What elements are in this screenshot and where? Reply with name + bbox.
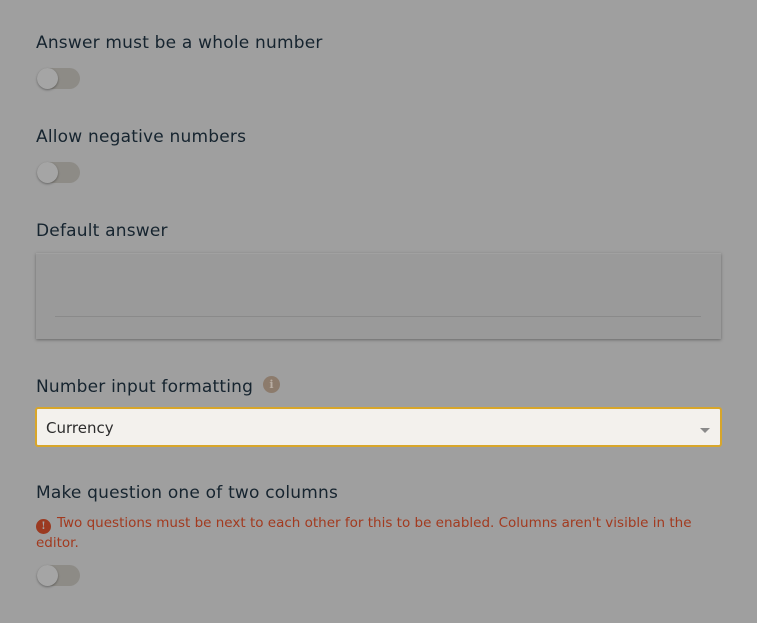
whole-number-label: Answer must be a whole number (36, 33, 323, 53)
alert-icon: ! (36, 519, 51, 534)
negative-numbers-toggle[interactable] (37, 162, 80, 183)
selected-value: Currency (46, 419, 114, 437)
toggle-knob (37, 565, 58, 586)
number-formatting-label: Number input formatting (36, 377, 254, 397)
number-formatting-select[interactable]: Currency (35, 407, 722, 447)
whole-number-toggle[interactable] (37, 68, 80, 89)
chevron-down-icon (700, 428, 710, 433)
input-underline (55, 316, 701, 317)
two-columns-toggle[interactable] (37, 565, 80, 586)
toggle-knob (37, 162, 58, 183)
info-icon[interactable]: i (263, 376, 280, 393)
negative-numbers-label: Allow negative numbers (36, 127, 247, 147)
error-message: Two questions must be next to each other… (36, 515, 692, 551)
toggle-knob (37, 68, 58, 89)
default-answer-label: Default answer (36, 221, 168, 241)
default-answer-input[interactable] (36, 253, 721, 339)
two-columns-error: ! Two questions must be next to each othe… (36, 514, 726, 552)
question-settings-panel: Answer must be a whole number Allow nega… (0, 0, 757, 623)
two-columns-label: Make question one of two columns (36, 483, 339, 503)
